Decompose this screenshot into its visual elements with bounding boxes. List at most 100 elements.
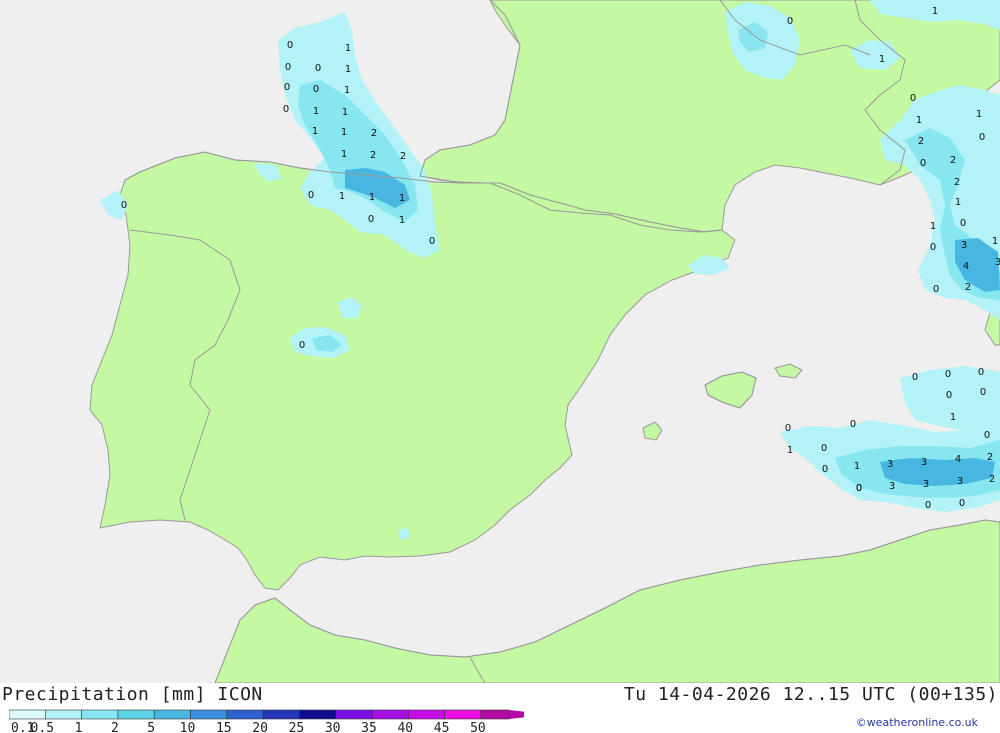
precip-value-label: 3 <box>995 257 1000 268</box>
precip-value-label: 0 <box>912 372 918 383</box>
precip-value-label: 1 <box>854 461 860 472</box>
precip-value-label: 1 <box>787 445 793 456</box>
legend-swatch <box>9 709 46 720</box>
precip-value-label: 0 <box>821 443 827 454</box>
legend-label: 15 <box>216 721 232 733</box>
precip-value-label: 1 <box>399 193 405 204</box>
precip-value-label: 0 <box>910 93 916 104</box>
precip-value-label: 3 <box>923 479 929 490</box>
legend-label: 0.5 <box>31 721 54 733</box>
precip-value-label: 2 <box>370 150 376 161</box>
precip-value-label: 0 <box>429 236 435 247</box>
legend-swatch <box>44 709 82 720</box>
precip-value-label: 1 <box>369 192 375 203</box>
precip-value-label: 1 <box>879 54 885 65</box>
legend-label: 10 <box>180 721 196 733</box>
precip-value-label: 0 <box>979 132 985 143</box>
precip-value-label: 1 <box>313 106 319 117</box>
precip-value-label: 0 <box>308 190 314 201</box>
precip-value-label: 1 <box>955 197 961 208</box>
precip-value-label: 0 <box>959 498 965 509</box>
legend-swatch <box>407 709 445 720</box>
precip-value-label: 1 <box>345 43 351 54</box>
precip-value-label: 1 <box>399 215 405 226</box>
precip-value-label: 1 <box>341 127 347 138</box>
map-footer: Precipitation [mm] ICON Tu 14-04-2026 12… <box>0 683 1000 733</box>
precipitation-map: 0 10 0 10 0 10 1 11 1 21 2 20 1 1 10 10000110112200211 0… <box>0 0 1000 683</box>
legend-label: 5 <box>147 721 155 733</box>
precip-value-label: 1 <box>345 64 351 75</box>
precip-value-label: 4 <box>963 261 969 272</box>
legend-label: 50 <box>470 721 486 733</box>
legend-label: 2 <box>111 721 119 733</box>
legend-swatch <box>371 709 409 720</box>
precip-value-label: 1 <box>344 85 350 96</box>
precip-value-label: 0 <box>850 419 856 430</box>
precip-value-label: 0 <box>284 82 290 93</box>
legend-swatch <box>299 709 336 720</box>
legend-arrow <box>509 710 524 719</box>
precip-value-label: 0 <box>299 340 305 351</box>
precip-value-label: 0 <box>822 464 828 475</box>
legend-swatch <box>444 709 482 720</box>
precip-value-label: 1 <box>341 149 347 160</box>
precip-value-label: 2 <box>950 155 956 166</box>
precip-value-label: 0 <box>984 430 990 441</box>
precip-value-label: 0 <box>946 390 952 401</box>
legend-label: 20 <box>252 721 268 733</box>
precip-value-label: 0 <box>933 284 939 295</box>
precip-value-label: 1 <box>950 412 956 423</box>
precip-value-label: 1 <box>992 236 998 247</box>
precip-value-label: 1 <box>339 191 345 202</box>
precip-value-label: 2 <box>918 136 924 147</box>
precip-value-label: 0 <box>285 62 291 73</box>
precip-value-label: 1 <box>976 109 982 120</box>
precip-value-label: 0 <box>368 214 374 225</box>
precip-value-label: 0 <box>978 367 984 378</box>
legend-swatch <box>117 709 155 720</box>
precip-value-label: 3 <box>921 457 927 468</box>
precip-value-label: 2 <box>954 177 960 188</box>
valid-time: Tu 14-04-2026 12..15 UTC (00+135) <box>623 684 998 705</box>
precip-value-label: 2 <box>400 151 406 162</box>
color-legend: 0.10.5 1 2 5 10 15 20 25 30 35 40 45 50 <box>9 709 524 733</box>
precip-value-label: 0 <box>787 16 793 27</box>
precip-value-label: 2 <box>989 474 995 485</box>
precip-value-label: 0 <box>313 84 319 95</box>
legend-swatch <box>335 709 373 720</box>
precip-value-label: 0 <box>287 40 293 51</box>
precip-value-label: 1 <box>342 107 348 118</box>
precip-value-label: 0 <box>930 242 936 253</box>
precip-value-label: 1 <box>916 115 922 126</box>
precip-value-label: 0 <box>121 200 127 211</box>
legend-label: 40 <box>397 721 413 733</box>
precip-value-label: 0 <box>856 483 862 494</box>
rain-area-cartagena <box>398 528 410 540</box>
legend-swatch <box>81 709 119 720</box>
map-title: Precipitation [mm] ICON <box>2 684 263 705</box>
legend-swatch <box>480 709 510 720</box>
precip-value-label: 3 <box>961 240 967 251</box>
precip-value-label: 1 <box>312 126 318 137</box>
legend-swatch <box>153 709 191 720</box>
legend-swatch <box>190 709 228 720</box>
precip-value-label: 0 <box>945 369 951 380</box>
precip-value-label: 2 <box>371 128 377 139</box>
legend-label: 30 <box>325 721 341 733</box>
precip-value-label: 0 <box>283 104 289 115</box>
credit-link[interactable]: ©weatheronline.co.uk <box>856 716 978 729</box>
precip-value-label: 3 <box>889 481 895 492</box>
precip-value-label: 3 <box>957 476 963 487</box>
precip-value-label: 0 <box>980 387 986 398</box>
precip-value-label: 0 <box>785 423 791 434</box>
precip-value-label: 0 <box>920 158 926 169</box>
precip-value-label: 2 <box>987 452 993 463</box>
precip-value-label: 0 <box>315 63 321 74</box>
legend-label: 35 <box>361 721 377 733</box>
precip-value-label: 0 <box>925 500 931 511</box>
precip-value-label: 1 <box>930 221 936 232</box>
precip-value-label: 0 <box>960 218 966 229</box>
legend-swatch <box>226 709 264 720</box>
legend-label: 25 <box>289 721 305 733</box>
legend-swatch <box>262 709 300 720</box>
